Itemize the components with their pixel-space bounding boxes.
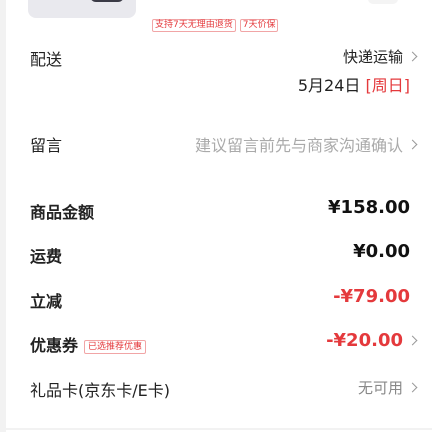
price-summary-card: 商品金额 ¥158.00 运费 ¥0.00 立减 -¥79.00 优惠券 已选推荐… <box>6 167 432 432</box>
note-input[interactable]: 建议留言前先与商家沟通确认 <box>194 132 418 156</box>
product-thumbnail[interactable] <box>28 0 136 18</box>
shipping-row: 运费 ¥0.00 <box>6 239 432 269</box>
delivery-method: 快递运输 <box>342 48 403 66</box>
discount-label: 立减 <box>30 292 63 311</box>
goods-amount-value: ¥158.00 <box>328 197 410 218</box>
gift-card-value-group[interactable]: 无可用 <box>357 377 418 398</box>
service-tag: 支持7天无理由退货 <box>152 19 236 32</box>
divider <box>6 428 432 430</box>
delivery-date[interactable]: 5月24日 [周日] <box>298 72 410 96</box>
shipping-value: ¥0.00 <box>353 241 410 262</box>
chevron-right-icon <box>407 335 418 346</box>
delivery-date-text: 5月24日 <box>297 76 361 95</box>
note-placeholder: 建议留言前先与商家沟通确认 <box>194 136 403 155</box>
coupon-row[interactable]: 优惠券 已选推荐优惠 -¥20.00 <box>6 328 432 358</box>
coupon-label-group: 优惠券 已选推荐优惠 <box>30 332 147 356</box>
gift-card-value: 无可用 <box>357 379 403 397</box>
coupon-label: 优惠券 <box>30 336 79 355</box>
delivery-method-selector[interactable]: 快递运输 <box>342 46 418 67</box>
coupon-tag: 已选推荐优惠 <box>84 340 147 354</box>
quantity-stepper[interactable] <box>368 0 398 4</box>
goods-amount-label: 商品金额 <box>30 203 95 222</box>
delivery-label: 配送 <box>30 50 63 69</box>
product-image <box>90 0 124 2</box>
chevron-right-icon <box>407 139 418 149</box>
service-tag: 7天价保 <box>239 19 279 32</box>
goods-amount-row: 商品金额 ¥158.00 <box>6 195 432 225</box>
chevron-right-icon <box>407 382 418 393</box>
discount-row: 立减 -¥79.00 <box>6 284 432 314</box>
discount-value: -¥79.00 <box>333 286 410 307</box>
product-service-tags: 支持7天无理由退货 7天价保 <box>152 19 279 32</box>
gift-card-row[interactable]: 礼品卡(京东卡/E卡) 无可用 <box>6 373 432 403</box>
coupon-value: -¥20.00 <box>326 330 403 351</box>
gift-card-label: 礼品卡(京东卡/E卡) <box>30 381 170 400</box>
chevron-right-icon <box>407 51 418 62</box>
coupon-value-group[interactable]: -¥20.00 <box>326 330 418 351</box>
note-label: 留言 <box>30 136 63 155</box>
delivery-weekday: [周日] <box>365 76 411 95</box>
shipping-label: 运费 <box>30 247 63 266</box>
